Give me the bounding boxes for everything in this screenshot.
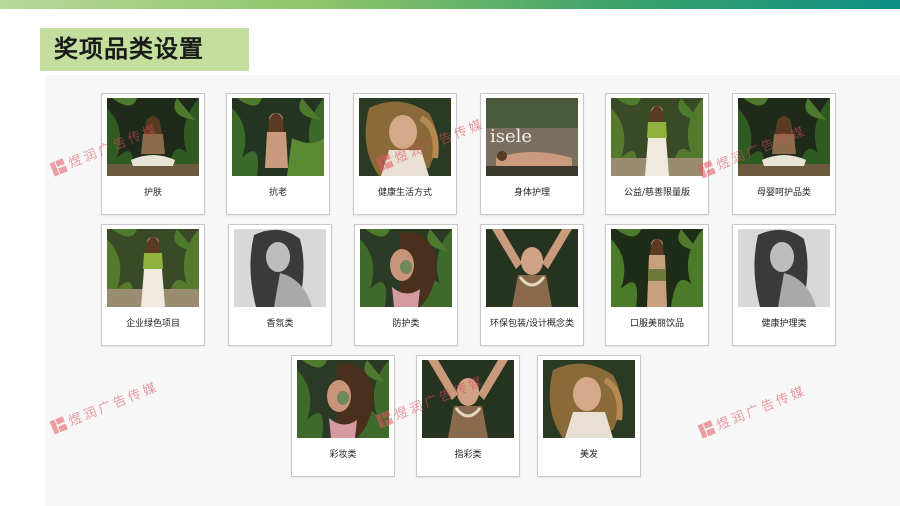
woman-lying-magazine-cover-photo: isele <box>486 98 578 176</box>
curly-hair-woman-portrait-photo <box>359 98 451 176</box>
woman-clay-mask-profile-photo <box>297 360 389 438</box>
award-category-card: 环保包装/设计概念类 <box>480 224 584 346</box>
award-category-card: 公益/慈善限量版 <box>605 93 709 215</box>
award-category-label: 健康生活方式 <box>377 188 432 198</box>
black-white-woman-portrait-photo <box>738 229 830 307</box>
award-category-label: 护肤 <box>143 188 162 198</box>
award-category-card: 指彩类 <box>416 355 520 477</box>
award-category-label: 指彩类 <box>454 450 482 460</box>
award-category-card: 口服美丽饮品 <box>605 224 709 346</box>
award-category-card: 抗老 <box>226 93 330 215</box>
woman-with-necklace-arms-up-photo <box>486 229 578 307</box>
award-category-card: 健康生活方式 <box>353 93 457 215</box>
black-white-woman-portrait-photo <box>234 229 326 307</box>
award-category-card: 美发 <box>537 355 641 477</box>
award-category-label: 环保包装/设计概念类 <box>489 319 575 329</box>
award-category-label: 防护类 <box>392 319 420 329</box>
woman-green-top-jungle-photo <box>611 98 703 176</box>
award-category-card: 护肤 <box>101 93 205 215</box>
woman-among-palm-leaves-photo <box>232 98 324 176</box>
award-category-card: 香氛类 <box>228 224 332 346</box>
award-category-label: 口服美丽饮品 <box>629 319 684 329</box>
page-title-box: 奖项品类设置 <box>40 28 249 71</box>
award-category-label: 公益/慈善限量版 <box>623 188 691 198</box>
curly-hair-woman-portrait-photo <box>543 360 635 438</box>
award-category-label: 香氛类 <box>266 319 294 329</box>
meditating-woman-in-jungle-photo <box>107 98 199 176</box>
meditating-woman-in-jungle-photo <box>738 98 830 176</box>
award-category-card: 防护类 <box>354 224 458 346</box>
woman-standing-in-jungle-photo <box>611 229 703 307</box>
award-category-label: 健康护理类 <box>761 319 807 329</box>
award-category-label: 抗老 <box>268 188 287 198</box>
woman-with-necklace-arms-up-photo <box>422 360 514 438</box>
award-category-card: 健康护理类 <box>732 224 836 346</box>
award-category-label: 母婴呵护品类 <box>756 188 811 198</box>
woman-green-top-jungle-photo <box>107 229 199 307</box>
award-category-label: 彩妆类 <box>329 450 357 460</box>
page-title: 奖项品类设置 <box>54 35 204 63</box>
award-category-label: 企业绿色项目 <box>125 319 180 329</box>
award-category-card: isele 身体护理 <box>480 93 584 215</box>
award-category-label: 身体护理 <box>513 188 550 198</box>
svg-text:isele: isele <box>490 126 532 147</box>
top-decorative-band <box>0 0 900 9</box>
woman-clay-mask-profile-photo <box>360 229 452 307</box>
award-category-label: 美发 <box>579 450 598 460</box>
award-category-card: 母婴呵护品类 <box>732 93 836 215</box>
award-category-card: 彩妆类 <box>291 355 395 477</box>
award-category-card: 企业绿色项目 <box>101 224 205 346</box>
